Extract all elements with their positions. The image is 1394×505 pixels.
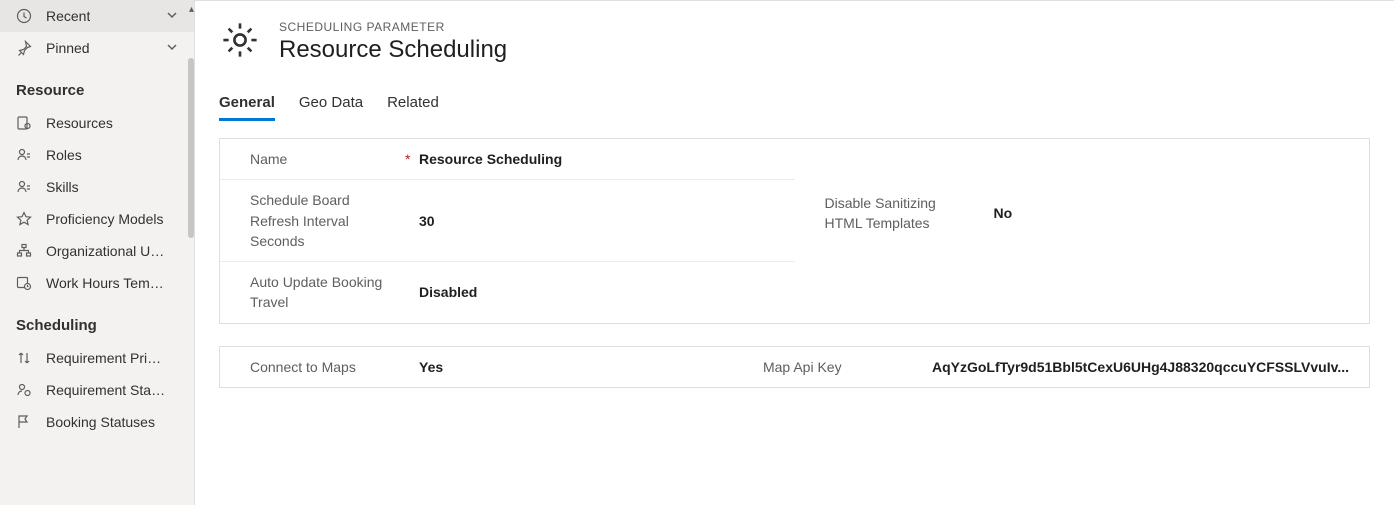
sidebar-item-label: Work Hours Templ... — [46, 275, 166, 291]
field-label: Connect to Maps — [250, 357, 405, 377]
sidebar-item-label: Booking Statuses — [46, 414, 155, 430]
sidebar-item-resources[interactable]: Resources — [0, 107, 194, 139]
page-title: Resource Scheduling — [279, 36, 507, 64]
gear-icon — [219, 19, 261, 64]
sidebar-item-work-hours-templates[interactable]: Work Hours Templ... — [0, 267, 194, 299]
required-icon: * — [405, 151, 419, 167]
sidebar-item-recent[interactable]: Recent ▴ — [0, 0, 194, 32]
calendar-clock-icon — [16, 275, 32, 291]
caret-up-icon: ▴ — [189, 4, 194, 15]
sidebar-item-label: Requirement Prior... — [46, 350, 166, 366]
sidebar-item-proficiency-models[interactable]: Proficiency Models — [0, 203, 194, 235]
tab-geo-data[interactable]: Geo Data — [299, 88, 363, 121]
field-connect-to-maps[interactable]: Connect to Maps Yes — [220, 347, 733, 387]
sidebar-group-resource: Resource — [0, 64, 194, 107]
tab-related[interactable]: Related — [387, 88, 439, 121]
sidebar-item-roles[interactable]: Roles — [0, 139, 194, 171]
sidebar-item-label: Skills — [46, 179, 79, 195]
flag-icon — [16, 414, 32, 430]
pin-icon — [16, 40, 32, 56]
field-label: Map Api Key — [763, 357, 918, 377]
field-label: Name — [250, 149, 405, 169]
field-value: Disabled — [419, 284, 795, 300]
sidebar-item-label: Organizational Un... — [46, 243, 166, 259]
field-label: Disable Sanitizing HTML Templates — [825, 193, 980, 234]
field-name[interactable]: Name * Resource Scheduling — [220, 139, 795, 180]
sidebar-item-organizational-units[interactable]: Organizational Un... — [0, 235, 194, 267]
scrollbar-thumb[interactable] — [188, 58, 194, 238]
chevron-down-icon[interactable] — [166, 40, 178, 56]
record-header: SCHEDULING PARAMETER Resource Scheduling — [219, 19, 1370, 64]
sidebar-item-label: Pinned — [46, 40, 90, 56]
sidebar-item-skills[interactable]: Skills — [0, 171, 194, 203]
person-gear-icon — [16, 382, 32, 398]
field-blank — [795, 139, 1370, 183]
star-icon — [16, 211, 32, 227]
tab-bar: General Geo Data Related — [219, 88, 1370, 122]
person-icon — [16, 179, 32, 195]
sidebar-item-requirement-priorities[interactable]: Requirement Prior... — [0, 342, 194, 374]
field-label: Schedule Board Refresh Interval Seconds — [250, 190, 405, 251]
org-icon — [16, 243, 32, 259]
field-map-api-key[interactable]: Map Api Key AqYzGoLfTyr9d51Bbl5tCexU6UHg… — [733, 347, 1369, 387]
sidebar-item-requirement-statuses[interactable]: Requirement Stat... — [0, 374, 194, 406]
section-maps: Connect to Maps Yes Map Api Key AqYzGoLf… — [219, 346, 1370, 388]
sort-icon — [16, 350, 32, 366]
sidebar-item-label: Requirement Stat... — [46, 382, 166, 398]
field-value: No — [994, 205, 1370, 221]
section-general: Name * Resource Scheduling Schedule Boar… — [219, 138, 1370, 324]
field-value: Yes — [419, 359, 733, 375]
clock-icon — [16, 8, 32, 24]
sidebar-item-booking-statuses[interactable]: Booking Statuses — [0, 406, 194, 438]
field-value: 30 — [419, 213, 795, 229]
chevron-down-icon[interactable] — [166, 8, 178, 24]
sidebar-item-label: Proficiency Models — [46, 211, 164, 227]
sidebar-group-scheduling: Scheduling — [0, 299, 194, 342]
sidebar-item-pinned[interactable]: Pinned — [0, 32, 194, 64]
sidebar-item-label: Resources — [46, 115, 113, 131]
field-refresh-interval[interactable]: Schedule Board Refresh Interval Seconds … — [220, 180, 795, 262]
sidebar-item-label: Recent — [46, 8, 90, 24]
field-label: Auto Update Booking Travel — [250, 272, 405, 313]
sidebar-item-label: Roles — [46, 147, 82, 163]
main-content: SCHEDULING PARAMETER Resource Scheduling… — [195, 0, 1394, 505]
entity-type-label: SCHEDULING PARAMETER — [279, 20, 507, 34]
field-disable-sanitizing[interactable]: Disable Sanitizing HTML Templates No — [795, 183, 1370, 244]
person-icon — [16, 147, 32, 163]
field-value: Resource Scheduling — [419, 151, 795, 167]
tab-general[interactable]: General — [219, 88, 275, 121]
field-value: AqYzGoLfTyr9d51Bbl5tCexU6UHg4J88320qccuY… — [932, 359, 1369, 375]
sidebar: Recent ▴ Pinned Resource Resources Roles… — [0, 0, 195, 505]
resources-icon — [16, 115, 32, 131]
field-auto-update-travel[interactable]: Auto Update Booking Travel Disabled — [220, 262, 795, 323]
